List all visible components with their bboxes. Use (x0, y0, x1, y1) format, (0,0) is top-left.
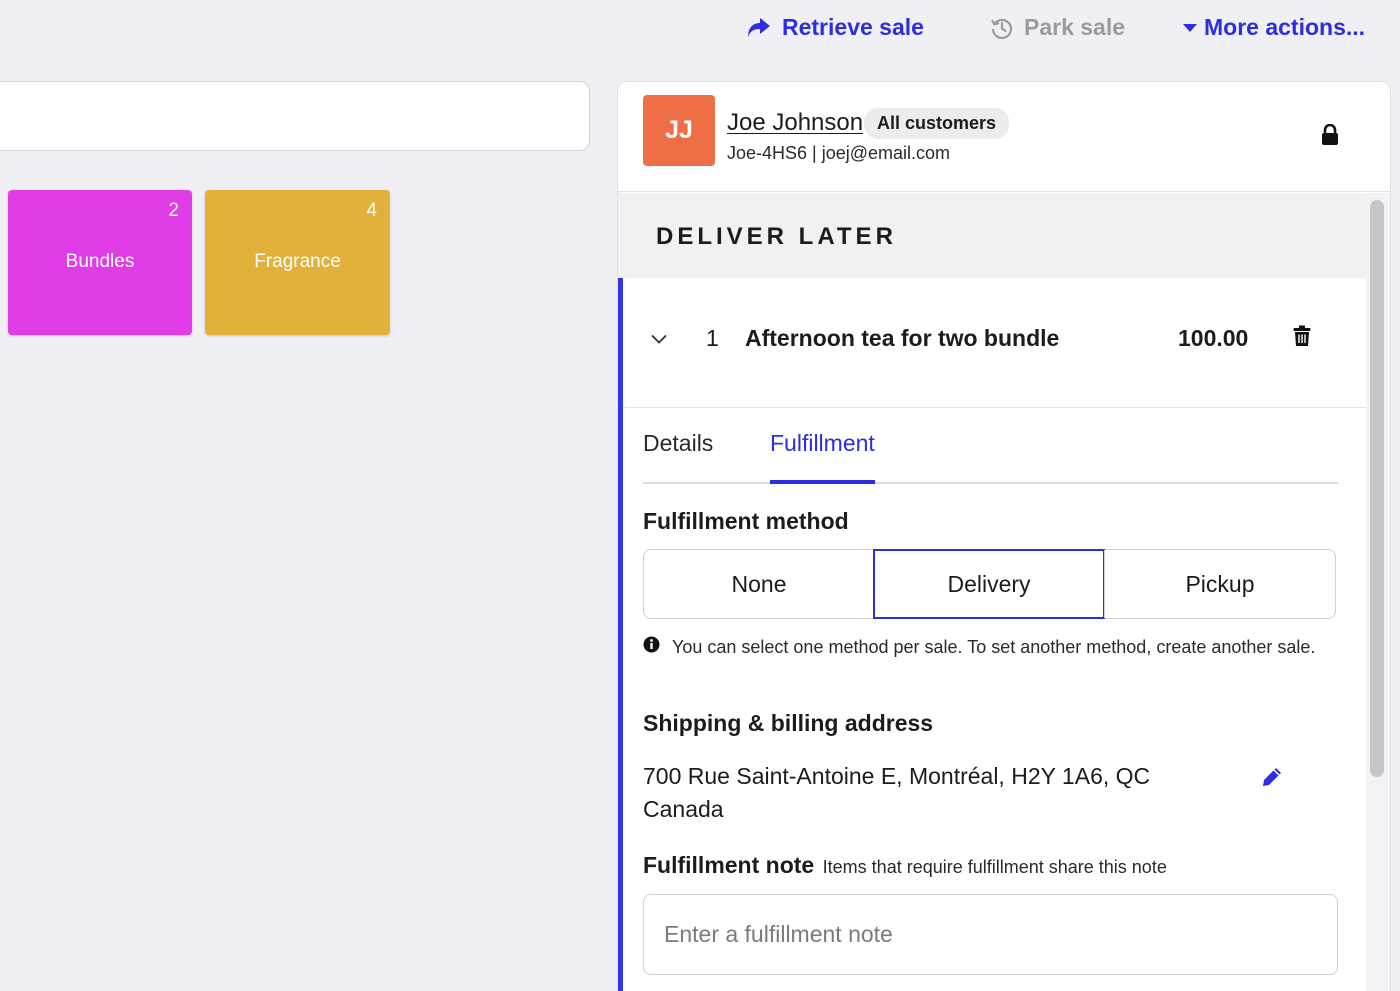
caret-down-icon (1182, 23, 1198, 33)
more-actions-button[interactable]: More actions... (1182, 14, 1365, 41)
product-search-field[interactable] (0, 81, 590, 151)
park-sale-button[interactable]: Park sale (990, 14, 1125, 41)
fulfillment-method-title: Fulfillment method (643, 508, 849, 534)
shipping-address: 700 Rue Saint-Antoine E, Montréal, H2Y 1… (643, 760, 1150, 826)
category-count: 2 (168, 200, 179, 221)
info-icon (643, 636, 660, 660)
item-tabs: Details Fulfillment (643, 412, 1338, 484)
customer-name-link[interactable]: Joe Johnson (727, 109, 863, 137)
method-option-delivery[interactable]: Delivery (873, 549, 1105, 619)
method-info-text: You can select one method per sale. To s… (672, 637, 1316, 657)
top-action-bar: Retrieve sale Park sale More actions... (0, 0, 1400, 60)
customer-group-badge: All customers (864, 108, 1010, 139)
share-arrow-icon (746, 16, 772, 40)
address-title: Shipping & billing address (643, 710, 934, 736)
method-option-pickup[interactable]: Pickup (1104, 550, 1335, 618)
fulfillment-note-input[interactable] (643, 894, 1338, 975)
deliver-later-header: DELIVER LATER (618, 193, 1366, 278)
method-option-none[interactable]: None (644, 550, 874, 618)
address-line-2: Canada (643, 796, 724, 822)
item-name: Afternoon tea for two bundle (745, 325, 1060, 351)
item-price: 100.00 (1178, 325, 1249, 351)
method-info-note: You can select one method per sale. To s… (643, 635, 1323, 660)
section-title: DELIVER LATER (656, 223, 897, 250)
more-actions-label: More actions... (1204, 14, 1366, 40)
fulfillment-note-hint: Items that require fulfillment share thi… (822, 857, 1167, 877)
tab-details[interactable]: Details (643, 430, 713, 483)
fulfillment-note-header: Fulfillment note Items that require fulf… (643, 852, 1167, 879)
category-label: Bundles (65, 251, 135, 272)
category-count: 4 (366, 200, 377, 221)
history-icon (990, 16, 1014, 40)
chevron-down-icon[interactable] (651, 331, 667, 349)
customer-avatar[interactable]: JJ (643, 95, 715, 166)
sale-line-item[interactable]: 1 Afternoon tea for two bundle 100.00 (623, 278, 1366, 408)
item-quantity: 1 (706, 325, 719, 351)
park-sale-label: Park sale (1024, 14, 1126, 40)
sale-panel: JJ Joe Johnson All customers Joe-4HS6 | … (617, 81, 1391, 991)
address-line-1: 700 Rue Saint-Antoine E, Montréal, H2Y 1… (643, 763, 1151, 789)
retrieve-sale-button[interactable]: Retrieve sale (746, 14, 924, 41)
trash-icon[interactable] (1293, 325, 1311, 352)
scrollbar-thumb[interactable] (1370, 200, 1384, 777)
customer-header: JJ Joe Johnson All customers Joe-4HS6 | … (618, 82, 1390, 192)
category-label: Fragrance (254, 251, 341, 272)
edit-pencil-icon[interactable] (1261, 766, 1283, 793)
retrieve-sale-label: Retrieve sale (782, 14, 924, 40)
tab-fulfillment[interactable]: Fulfillment (770, 430, 875, 484)
fulfillment-method-selector: None Delivery Pickup (643, 549, 1336, 619)
category-tile-fragrance[interactable]: 4 Fragrance (205, 190, 390, 335)
lock-icon[interactable] (1321, 123, 1339, 151)
category-tile-bundles[interactable]: 2 Bundles (8, 190, 192, 335)
customer-code-email: Joe-4HS6 | joej@email.com (727, 143, 951, 163)
fulfillment-note-title: Fulfillment note (643, 852, 815, 878)
